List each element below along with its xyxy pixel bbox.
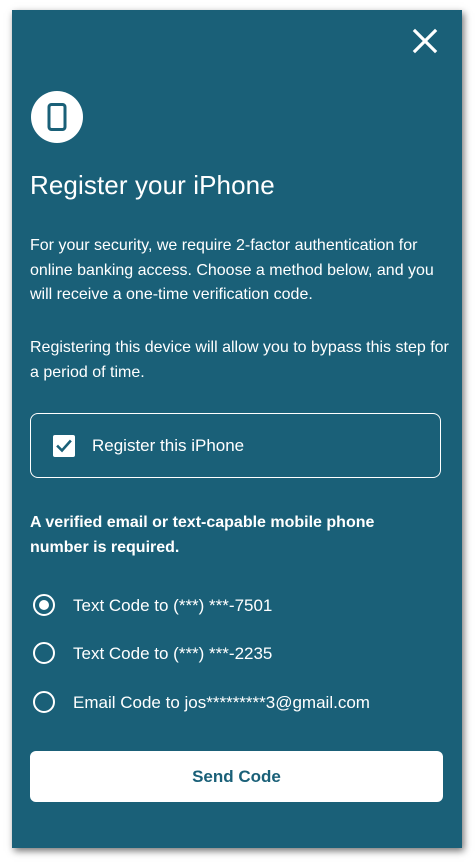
delivery-option-text-2235[interactable]: Text Code to (***) ***-2235 — [30, 638, 430, 668]
page-title: Register your iPhone — [30, 170, 275, 200]
delivery-option-label: Text Code to (***) ***-2235 — [73, 644, 273, 663]
checkmark-icon — [56, 439, 72, 453]
delivery-option-label: Email Code to jos*********3@gmail.com — [73, 693, 370, 712]
register-checkbox-label: Register this iPhone — [92, 436, 245, 455]
close-icon — [412, 28, 438, 54]
smartphone-icon — [47, 103, 67, 131]
delivery-option-text-7501[interactable]: Text Code to (***) ***-7501 — [30, 590, 430, 620]
register-device-checkbox-row[interactable]: Register this iPhone — [30, 413, 441, 478]
delivery-option-label: Text Code to (***) ***-7501 — [73, 596, 273, 615]
radio-button[interactable] — [33, 642, 55, 664]
register-device-dialog: Register your iPhone For your security, … — [12, 10, 462, 848]
radio-button-selected[interactable] — [33, 594, 55, 616]
close-button[interactable] — [410, 26, 440, 56]
device-badge — [31, 91, 83, 143]
delivery-option-email[interactable]: Email Code to jos*********3@gmail.com — [30, 687, 430, 717]
register-checkbox[interactable] — [53, 435, 75, 457]
register-note-text: Registering this device will allow you t… — [30, 339, 449, 381]
radio-button[interactable] — [33, 691, 55, 713]
send-code-button[interactable]: Send Code — [30, 751, 443, 802]
intro-text: For your security, we require 2-factor a… — [30, 237, 434, 303]
requirement-text: A verified email or text-capable mobile … — [30, 514, 375, 556]
